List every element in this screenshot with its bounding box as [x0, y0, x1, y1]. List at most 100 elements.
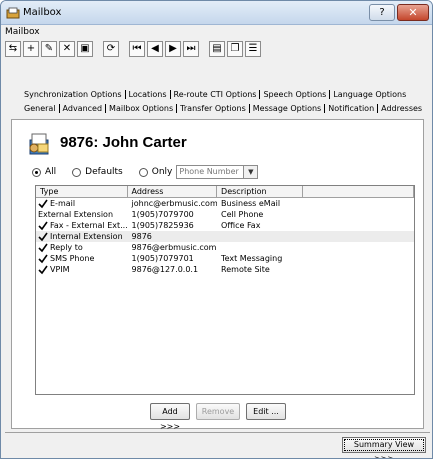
cell-address: 1(905)7079700 [131, 210, 194, 219]
column-filler [303, 186, 414, 197]
cell-description: Text Messaging [221, 254, 283, 263]
tab-row-2: General Advanced Mailbox Options Transfe… [21, 104, 425, 113]
cell-description: Remote Site [221, 265, 270, 274]
save-icon[interactable]: ▣ [77, 41, 93, 57]
cell-type: External Extension [36, 209, 128, 220]
cell-address: 9876 [131, 232, 152, 241]
window-title: Mailbox [23, 7, 62, 18]
column-description[interactable]: Description [217, 186, 303, 197]
table-header: Type Address Description [36, 186, 414, 198]
table-row[interactable]: External Extension 1(905)7079700 Cell Phon… [36, 209, 414, 220]
toolbar: ⇆ + ✎ ✕ ▣ ⟳ ⏮ ◀ ▶ ⏭ ▤ ❐ ☰ [5, 41, 261, 61]
action-buttons: Add >>> Remove Edit ... [150, 403, 286, 431]
first-record-icon[interactable]: ⏮ [129, 41, 145, 57]
menu-mailbox[interactable]: Mailbox [5, 27, 40, 39]
tab-transfer-options[interactable]: Transfer Options [177, 104, 250, 113]
filter-only-label[interactable]: Only [152, 167, 173, 177]
cell-description: Office Fax [221, 221, 261, 230]
add-button[interactable]: Add >>> [150, 403, 190, 431]
checkmark-icon [38, 221, 48, 230]
filter-only-radio[interactable] [138, 167, 148, 177]
edit-button[interactable]: Edit ... [246, 403, 286, 420]
cell-address: johnc@erbmusic.com [131, 199, 218, 208]
cell-filler [303, 264, 414, 275]
delete-icon[interactable]: ✕ [59, 41, 75, 57]
cell-filler [303, 253, 414, 264]
tab-notification[interactable]: Notification [325, 104, 379, 113]
cell-filler [303, 198, 414, 209]
cell-filler [303, 220, 414, 231]
cell-address: 9876@127.0.0.1 [131, 265, 199, 274]
copy-icon[interactable]: ❐ [227, 41, 243, 57]
tab-reroute-cti-options[interactable]: Re-route CTI Options [171, 90, 261, 99]
close-button[interactable]: ✕ [397, 4, 429, 21]
tab-locations[interactable]: Locations [126, 90, 171, 99]
table-row[interactable]: SMS Phone 1(905)7079701 Text Messaging [36, 253, 414, 264]
list-view-icon[interactable]: ☰ [245, 41, 261, 57]
address-filter: All Defaults Only Phone Number ▼ [32, 165, 259, 179]
tab-mailbox-options[interactable]: Mailbox Options [106, 104, 178, 113]
add-icon[interactable]: + [23, 41, 39, 57]
tab-message-options[interactable]: Message Options [250, 104, 326, 113]
column-type[interactable]: Type [36, 186, 128, 197]
cell-type-text: Fax - External Ext... [50, 221, 128, 230]
filter-defaults-label[interactable]: Defaults [85, 167, 123, 177]
tab-speech-options[interactable]: Speech Options [260, 90, 331, 99]
cell-filler [303, 242, 414, 253]
edit-icon[interactable]: ✎ [41, 41, 57, 57]
addresses-panel: 9876: John Carter All Defaults Only Phon… [11, 119, 424, 431]
cell-type-text: Reply to [50, 243, 83, 252]
mailbox-user-icon [29, 133, 49, 155]
checkmark-icon [38, 254, 48, 263]
cell-type: Fax - External Ext... [36, 220, 128, 231]
sync-icon[interactable]: ⇆ [5, 41, 21, 57]
tab-synchronization-options[interactable]: Synchronization Options [21, 90, 126, 99]
footer-divider [5, 432, 430, 433]
tab-general[interactable]: General [21, 104, 60, 113]
checkmark-icon [38, 265, 48, 274]
cell-filler [303, 209, 414, 220]
cell-description [217, 231, 303, 242]
previous-record-icon[interactable]: ◀ [147, 41, 163, 57]
filter-type-value: Phone Number [179, 167, 239, 176]
filter-all-radio[interactable] [32, 167, 41, 177]
filter-all-label[interactable]: All [45, 167, 56, 177]
chevron-down-icon[interactable]: ▼ [243, 166, 258, 178]
table-row[interactable]: Fax - External Ext... 1(905)7825936 Office… [36, 220, 414, 231]
checkmark-icon [38, 199, 48, 208]
remove-button[interactable]: Remove [196, 403, 240, 420]
column-address[interactable]: Address [128, 186, 218, 197]
refresh-icon[interactable]: ⟳ [103, 41, 119, 57]
next-record-icon[interactable]: ▶ [165, 41, 181, 57]
cell-type: E-mail [36, 198, 128, 209]
summary-view-button[interactable]: Summary View >>> [342, 437, 426, 458]
table-row[interactable]: Internal Extension 9876 [36, 231, 414, 242]
tab-language-options[interactable]: Language Options [330, 90, 409, 99]
cell-filler [303, 231, 414, 242]
tab-row-1: Synchronization Options Locations Re-rou… [21, 90, 409, 99]
last-record-icon[interactable]: ⏭ [183, 41, 199, 57]
address-table[interactable]: Type Address Description E-mail johnc@erb… [35, 185, 415, 395]
cell-type: Internal Extension [36, 231, 128, 242]
cell-type-text: E-mail [50, 199, 76, 208]
table-row[interactable]: E-mail johnc@erbmusic.com Business eMail [36, 198, 414, 209]
cell-type-text: Internal Extension [50, 232, 123, 241]
cell-type-text: VPIM [50, 265, 70, 274]
tab-addresses[interactable]: Addresses [378, 104, 425, 113]
cell-description [217, 242, 303, 253]
table-row[interactable]: VPIM 9876@127.0.0.1 Remote Site [36, 264, 414, 275]
mailbox-icon[interactable]: ▤ [209, 41, 225, 57]
table-body: E-mail johnc@erbmusic.com Business eMail Ex… [36, 198, 414, 275]
table-row[interactable]: Reply to 9876@erbmusic.com [36, 242, 414, 253]
filter-type-select[interactable]: Phone Number ▼ [176, 165, 259, 179]
filter-defaults-radio[interactable] [72, 167, 82, 177]
cell-description: Business eMail [221, 199, 281, 208]
checkmark-icon [38, 232, 48, 241]
cell-address: 1(905)7825936 [131, 221, 194, 230]
cell-type-text: External Extension [38, 210, 114, 219]
checkmark-icon [38, 243, 48, 252]
tab-advanced[interactable]: Advanced [60, 104, 107, 113]
help-button[interactable]: ? [369, 4, 395, 21]
cell-type: Reply to [36, 242, 128, 253]
title-bar: Mailbox ? ✕ [1, 1, 432, 25]
